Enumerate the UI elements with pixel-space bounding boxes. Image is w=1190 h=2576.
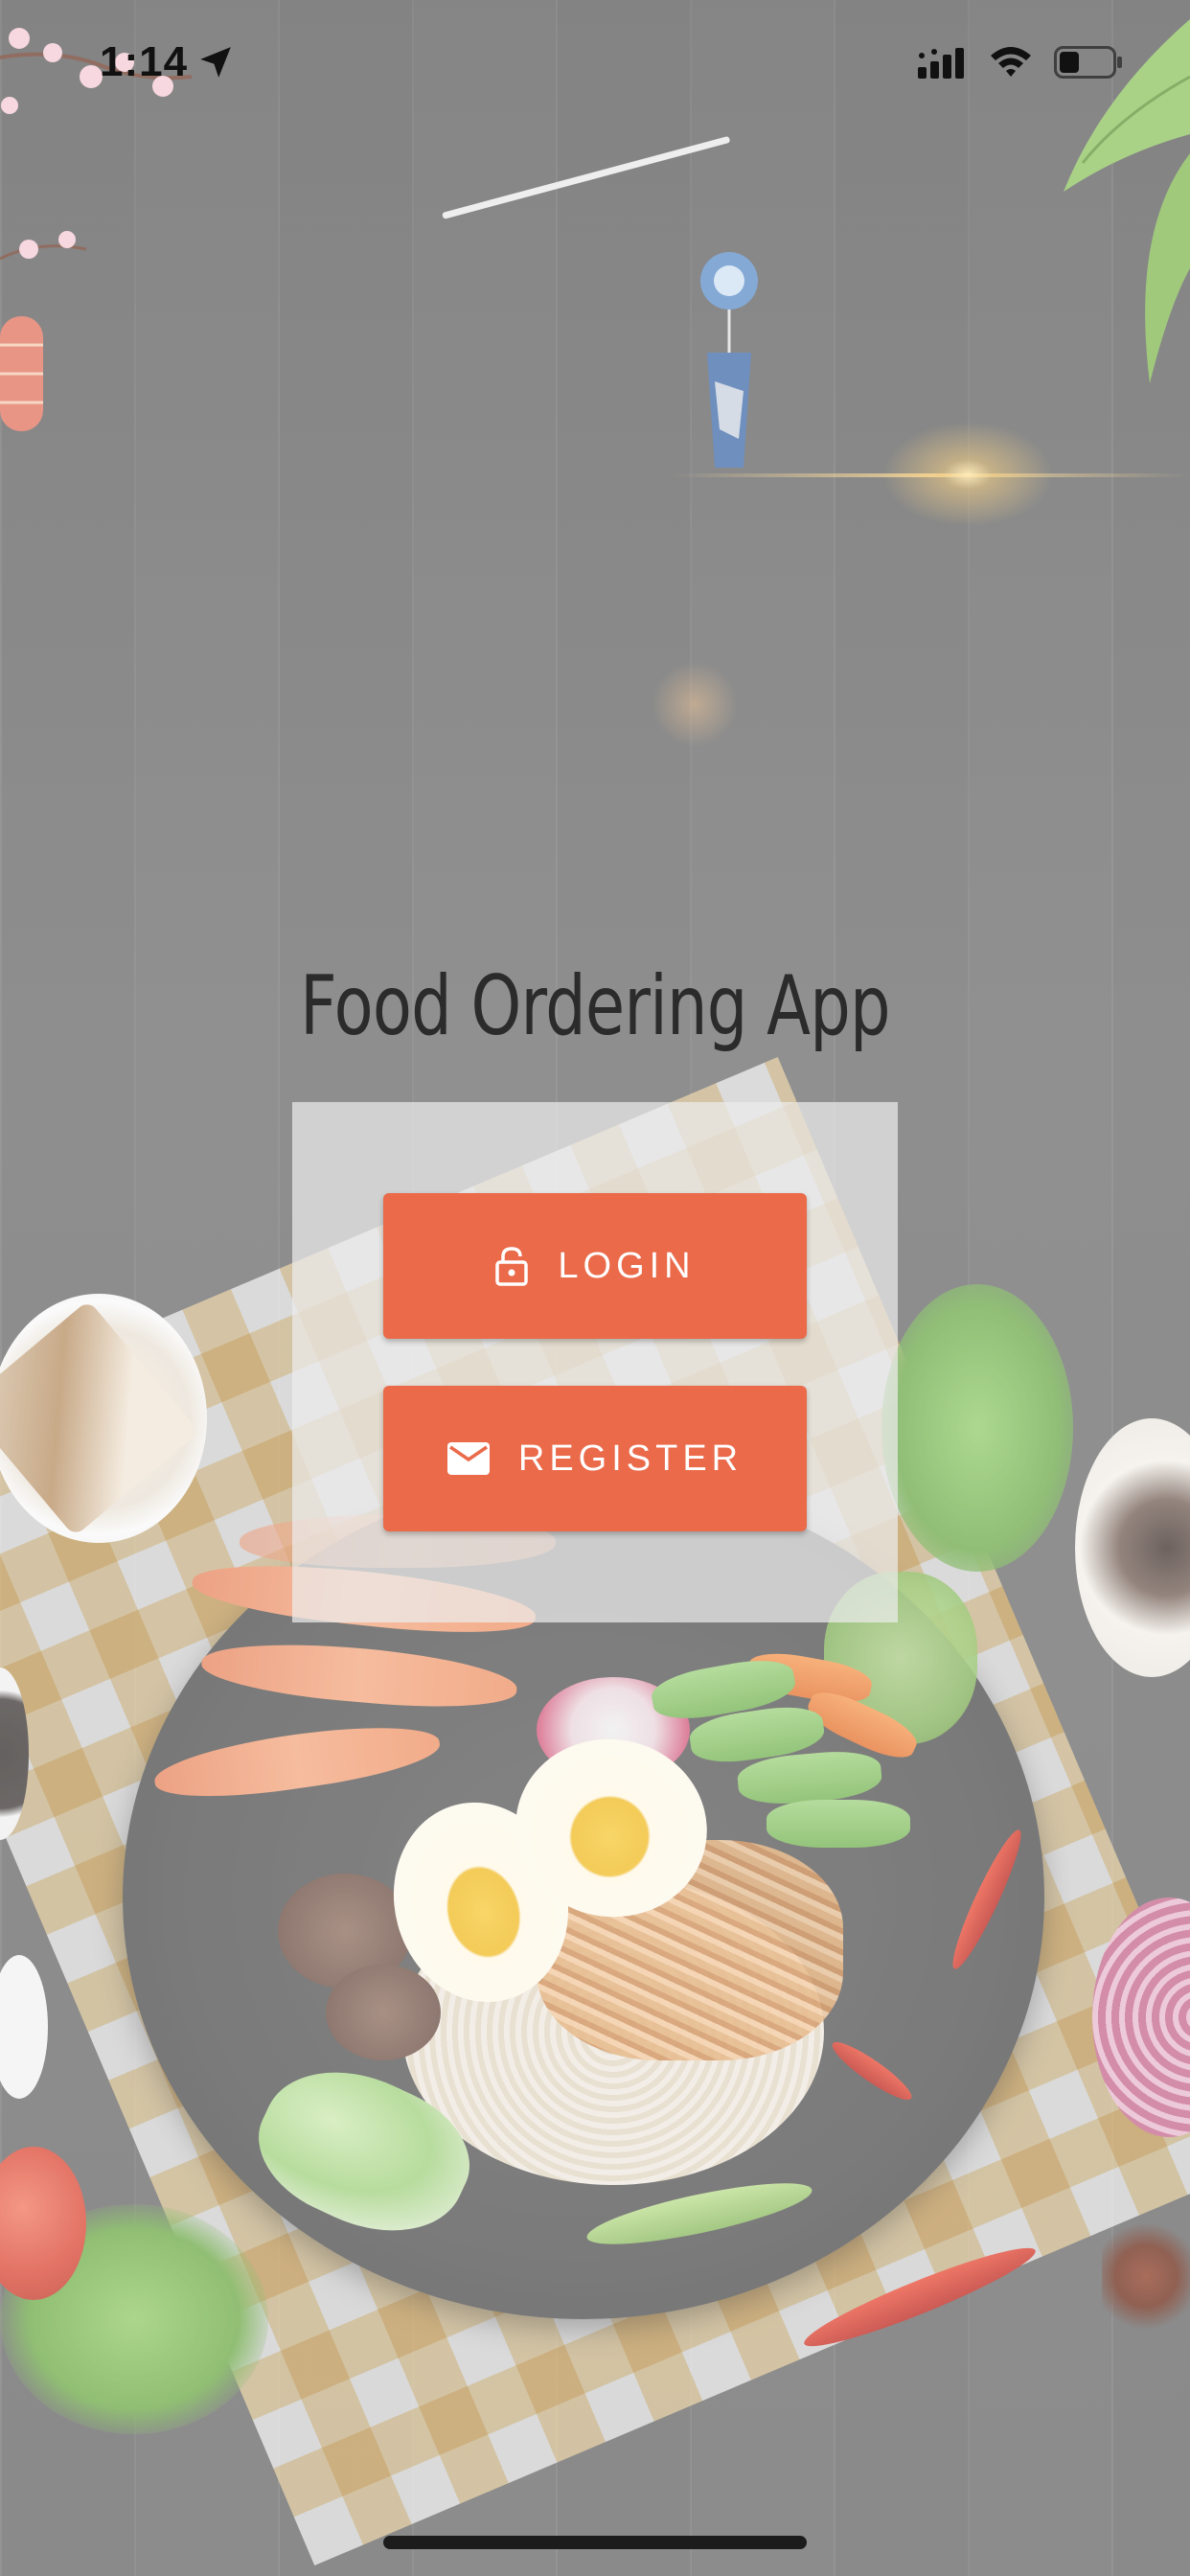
home-indicator[interactable] <box>383 2536 807 2549</box>
cellular-signal-icon <box>918 48 964 79</box>
location-arrow-icon <box>200 47 231 78</box>
meatball <box>326 1965 441 2060</box>
register-button-label: REGISTER <box>517 1438 744 1479</box>
mail-icon <box>446 1442 490 1475</box>
auth-card: LOGIN REGISTER <box>292 1102 898 1622</box>
login-button-label: LOGIN <box>558 1245 696 1286</box>
battery-icon <box>1054 46 1122 79</box>
lock-icon <box>494 1246 529 1286</box>
cucumber-slice <box>767 1800 910 1848</box>
wind-chime-decoration <box>700 252 758 468</box>
login-button[interactable]: LOGIN <box>383 1193 807 1339</box>
register-button[interactable]: REGISTER <box>383 1386 807 1531</box>
wifi-icon <box>991 47 1031 77</box>
mint-leaves <box>881 1284 1073 1572</box>
status-time: 1:14 <box>100 38 189 85</box>
star-anise <box>1102 2214 1190 2338</box>
light-flare <box>881 422 1054 527</box>
light-bokeh <box>652 661 738 748</box>
app-title: Food Ordering App <box>300 958 890 1054</box>
status-bar: 1:14 <box>0 0 1190 125</box>
